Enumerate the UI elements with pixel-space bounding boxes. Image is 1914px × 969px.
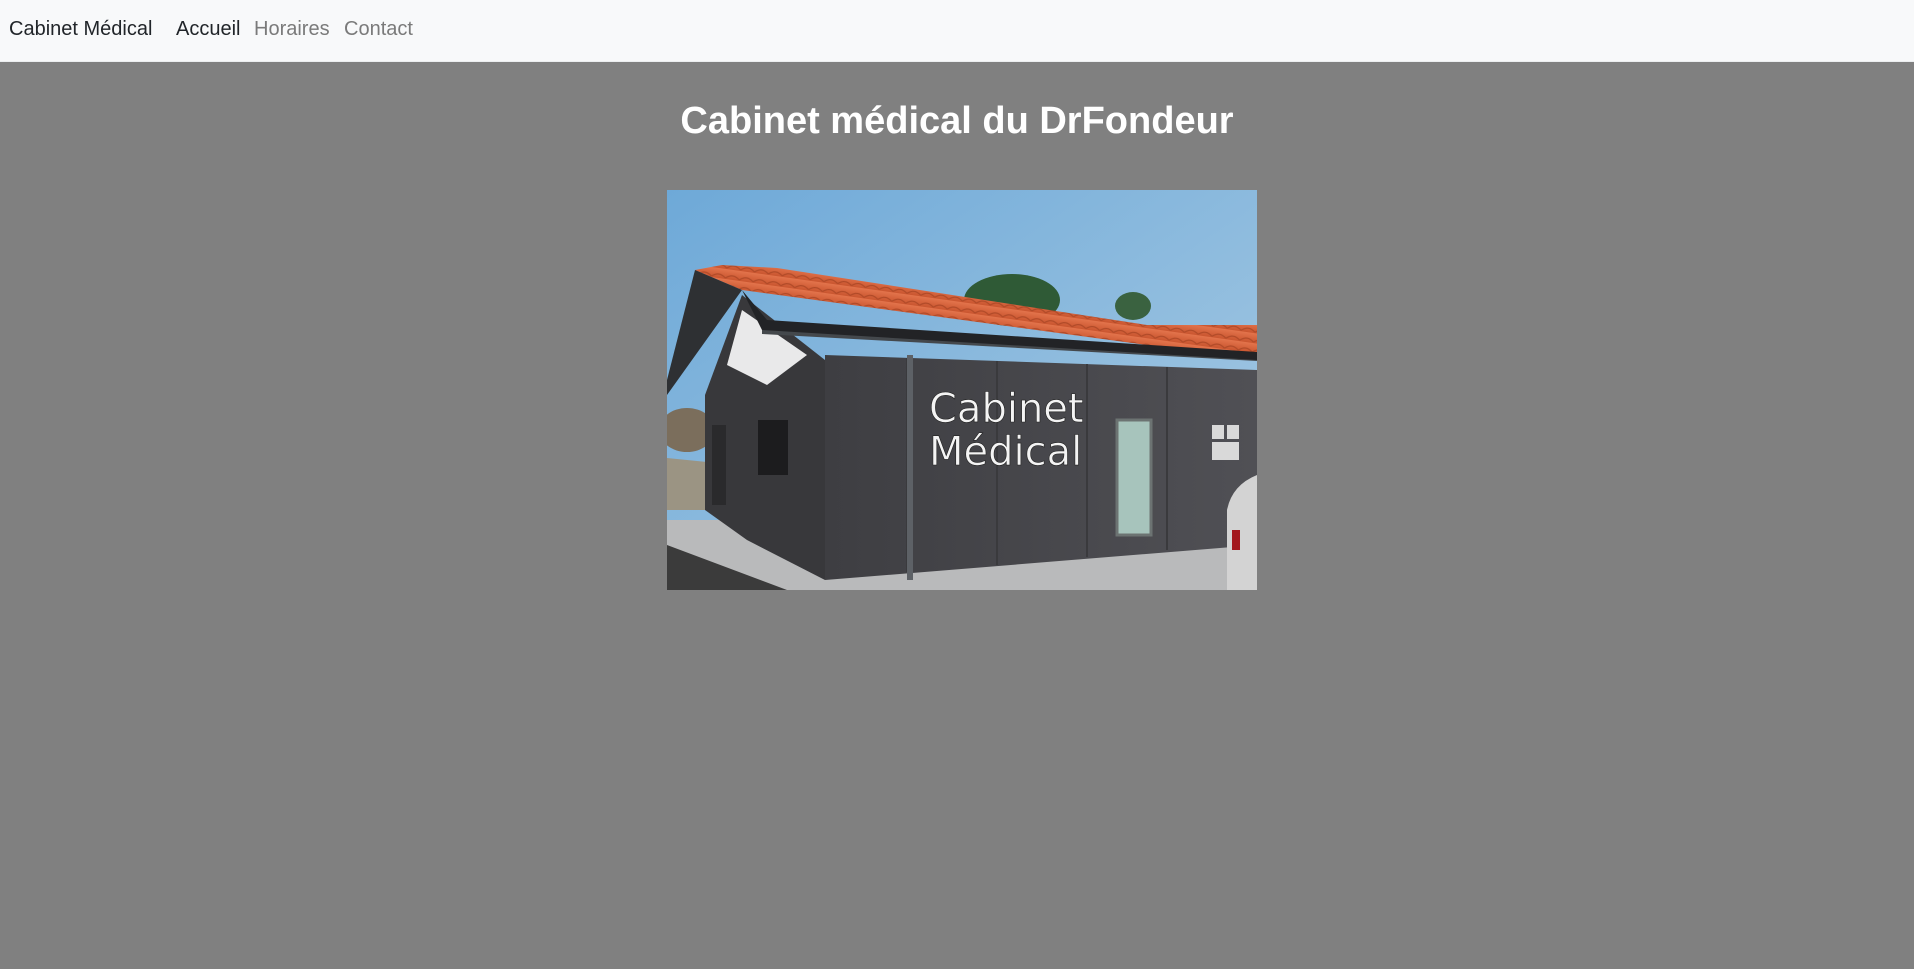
sign-line-1: Cabinet xyxy=(929,386,1084,432)
entrance-door xyxy=(1115,418,1153,537)
navbar-brand[interactable]: Cabinet Médical xyxy=(9,18,152,41)
page-title: Cabinet médical du DrFondeur xyxy=(680,100,1234,142)
building-photo: Cabinet Médical xyxy=(667,190,1257,590)
nav-link-contact[interactable]: Contact xyxy=(344,18,413,41)
side-door xyxy=(712,425,726,505)
drainpipe xyxy=(907,355,913,580)
sign-line-2: Médical xyxy=(929,429,1082,475)
nav-link-horaires[interactable]: Horaires xyxy=(254,18,330,41)
nav-link-accueil[interactable]: Accueil xyxy=(176,18,240,41)
top-navbar: Cabinet Médical Accueil Horaires Contact xyxy=(0,0,1914,62)
fence xyxy=(667,458,707,510)
tree xyxy=(1115,292,1151,320)
window xyxy=(758,420,788,475)
